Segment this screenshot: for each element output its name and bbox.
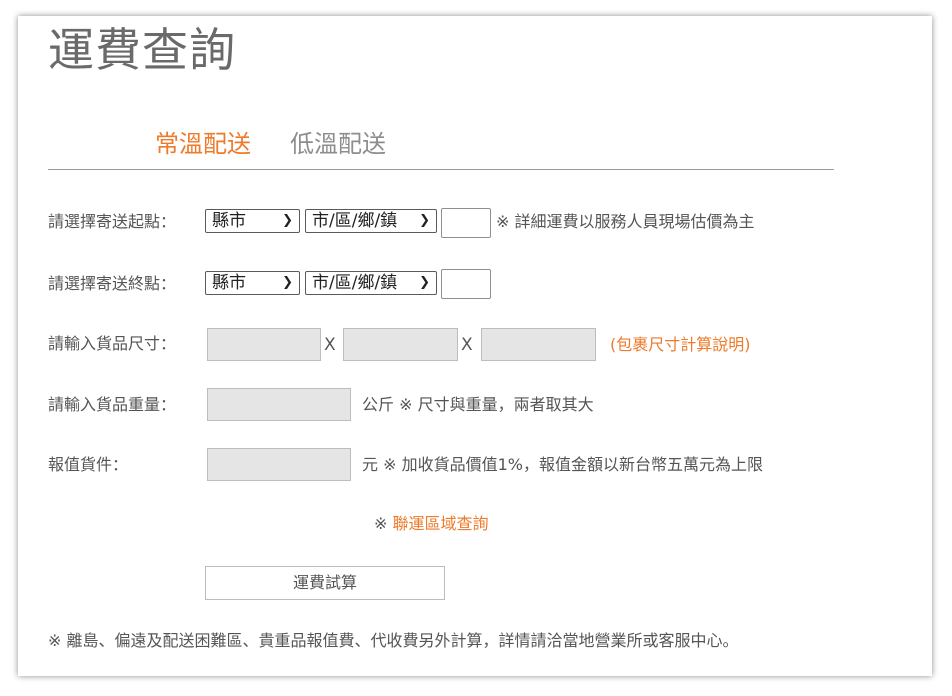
page-title: 運費查詢 xyxy=(48,23,236,77)
destination-district-value: 市/區/鄉/鎮 xyxy=(312,273,398,293)
origin-zip-input[interactable] xyxy=(441,208,491,238)
weight-input[interactable] xyxy=(207,388,351,421)
insured-value-input[interactable] xyxy=(207,448,351,481)
origin-district-select[interactable]: 市/區/鄉/鎮 ❯ xyxy=(305,209,437,233)
size-help-close-paren: ) xyxy=(744,335,751,354)
calculate-button[interactable]: 運費試算 xyxy=(205,566,445,600)
origin-district-value: 市/區/鄉/鎮 xyxy=(312,211,398,231)
destination-county-select[interactable]: 縣市 ❯ xyxy=(205,271,300,295)
size-help: (包裹尺寸計算說明) xyxy=(610,334,751,356)
insured-note: 元 ※ 加收貨品價值1%，報值金額以新台幣五萬元為上限 xyxy=(362,455,763,474)
origin-county-value: 縣市 xyxy=(212,211,246,231)
destination-zip-input[interactable] xyxy=(441,269,491,299)
size-width-input[interactable] xyxy=(343,328,458,361)
footer-note: ※ 離島、偏遠及配送困難區、貴重品報值費、代收費另外計算，詳情請洽當地營業所或客… xyxy=(48,631,739,650)
tabs-divider xyxy=(48,169,834,170)
origin-note: ※ 詳細運費以服務人員現場估價為主 xyxy=(496,212,755,231)
size-length-input[interactable] xyxy=(207,328,321,361)
weight-label: 請輸入貨品重量： xyxy=(48,395,177,414)
size-help-link[interactable]: 包裹尺寸計算說明 xyxy=(616,335,744,354)
size-label: 請輸入貨品尺寸： xyxy=(48,334,177,353)
chevron-down-icon: ❯ xyxy=(282,213,293,228)
size-separator: X xyxy=(461,335,473,355)
chevron-down-icon: ❯ xyxy=(419,213,430,228)
weight-note: 公斤 ※ 尺寸與重量，兩者取其大 xyxy=(362,395,594,414)
size-height-input[interactable] xyxy=(481,328,596,361)
destination-district-select[interactable]: 市/區/鄉/鎮 ❯ xyxy=(305,271,437,295)
size-separator: X xyxy=(324,335,336,355)
origin-label: 請選擇寄送起點： xyxy=(48,212,177,231)
tab-room-temperature[interactable]: 常溫配送 xyxy=(155,127,251,161)
region-query-link[interactable]: 聯運區域查詢 xyxy=(393,514,489,533)
destination-label: 請選擇寄送終點： xyxy=(48,274,177,293)
destination-county-value: 縣市 xyxy=(212,273,246,293)
origin-county-select[interactable]: 縣市 ❯ xyxy=(205,209,300,233)
tab-low-temperature[interactable]: 低溫配送 xyxy=(290,127,386,161)
insured-label: 報值貨件： xyxy=(48,455,129,474)
region-query: ※ 聯運區域查詢 xyxy=(374,513,489,535)
region-prefix: ※ xyxy=(374,514,388,533)
chevron-down-icon: ❯ xyxy=(282,275,293,290)
chevron-down-icon: ❯ xyxy=(419,275,430,290)
